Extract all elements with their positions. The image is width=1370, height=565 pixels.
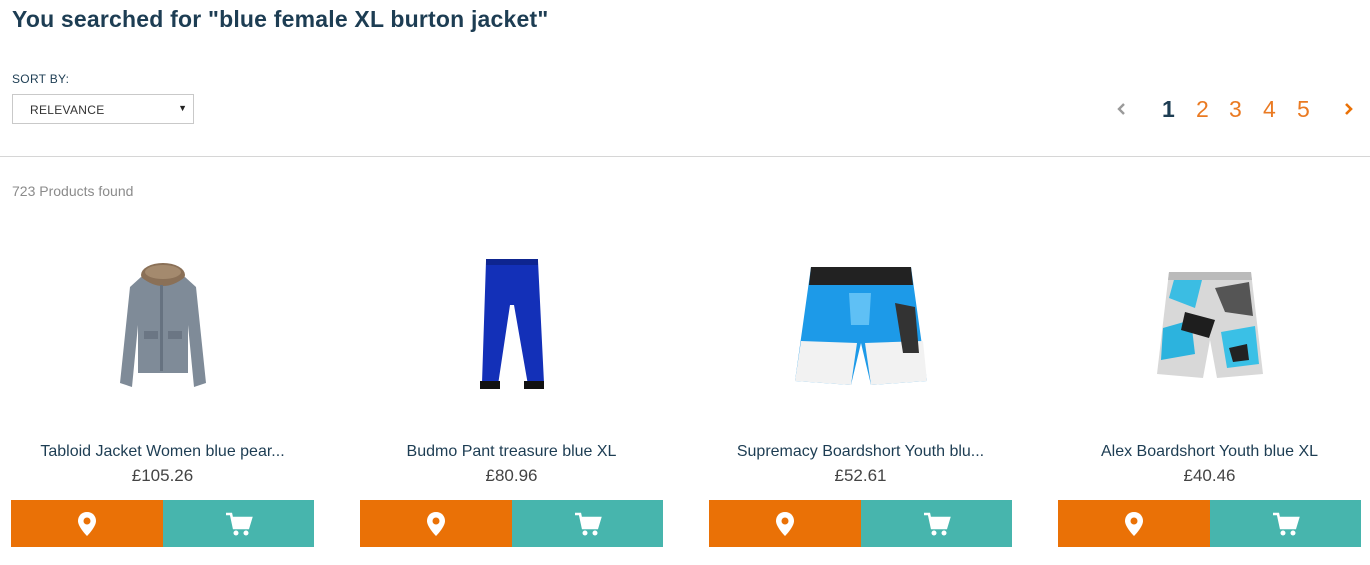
add-to-cart-button[interactable]	[1210, 500, 1361, 547]
product-image-patterned-boardshort[interactable]	[1058, 230, 1361, 420]
store-locator-button[interactable]	[1058, 500, 1210, 547]
shopping-cart-icon	[225, 512, 253, 535]
product-card: Alex Boardshort Youth blue XL £40.46	[1058, 230, 1361, 550]
caret-down-icon: ▼	[178, 103, 187, 113]
results-count: 723 Products found	[12, 183, 134, 199]
product-price: £40.46	[1183, 466, 1236, 485]
chevron-right-icon[interactable]	[1340, 99, 1356, 119]
page-4[interactable]: 4	[1263, 96, 1276, 123]
chevron-left-icon[interactable]	[1114, 99, 1130, 119]
store-locator-button[interactable]	[709, 500, 861, 547]
page-1[interactable]: 1	[1162, 96, 1175, 123]
map-pin-icon	[78, 511, 96, 536]
product-price: £105.26	[131, 466, 194, 485]
product-name[interactable]: Alex Boardshort Youth blue XL	[1058, 443, 1361, 461]
product-card: Supremacy Boardshort Youth blu... £52.61	[709, 230, 1012, 550]
store-locator-button[interactable]	[11, 500, 163, 547]
product-image-blue-boardshort[interactable]	[709, 230, 1012, 420]
product-name[interactable]: Supremacy Boardshort Youth blu...	[709, 443, 1012, 461]
page-3[interactable]: 3	[1229, 96, 1242, 123]
add-to-cart-button[interactable]	[861, 500, 1012, 547]
map-pin-icon	[427, 511, 445, 536]
pagination: 1 2 3 4 5	[1100, 93, 1365, 127]
product-price: £80.96	[485, 466, 538, 485]
product-name[interactable]: Tabloid Jacket Women blue pear...	[11, 443, 314, 461]
map-pin-icon	[776, 511, 794, 536]
shopping-cart-icon	[574, 512, 602, 535]
product-image-grey-jacket[interactable]	[11, 230, 314, 420]
page-title: You searched for "blue female XL burton …	[12, 6, 549, 32]
product-image-blue-pants[interactable]	[360, 230, 663, 420]
shopping-cart-icon	[923, 512, 951, 535]
sort-selected-value: RELEVANCE	[30, 103, 105, 117]
product-card: Budmo Pant treasure blue XL £80.96	[360, 230, 663, 550]
store-locator-button[interactable]	[360, 500, 512, 547]
product-card: Tabloid Jacket Women blue pear... £105.2…	[11, 230, 314, 550]
page-2[interactable]: 2	[1196, 96, 1209, 123]
product-name[interactable]: Budmo Pant treasure blue XL	[360, 443, 663, 461]
sort-label: SORT BY:	[12, 72, 70, 86]
page-5[interactable]: 5	[1297, 96, 1310, 123]
sort-select[interactable]: RELEVANCE ▼	[12, 94, 194, 124]
map-pin-icon	[1125, 511, 1143, 536]
product-price: £52.61	[834, 466, 887, 485]
add-to-cart-button[interactable]	[512, 500, 663, 547]
add-to-cart-button[interactable]	[163, 500, 314, 547]
shopping-cart-icon	[1272, 512, 1300, 535]
divider	[0, 156, 1370, 157]
